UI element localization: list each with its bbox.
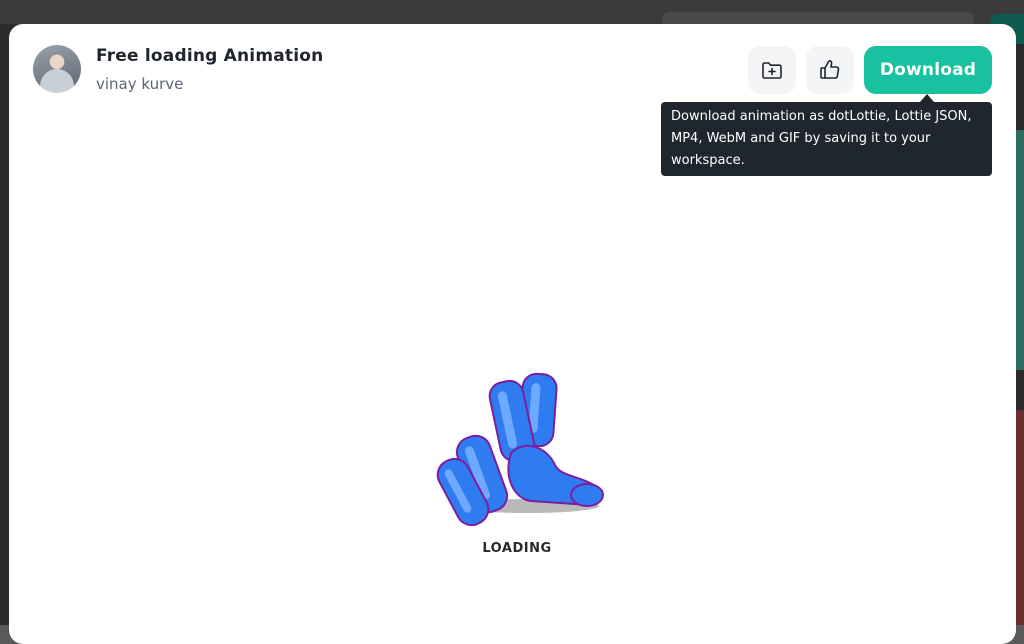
background-card — [1016, 410, 1024, 625]
folder-plus-icon — [762, 62, 782, 79]
download-button[interactable]: Download — [864, 46, 992, 94]
thumbs-up-icon — [820, 60, 840, 79]
loading-label: LOADING — [482, 541, 552, 556]
like-button[interactable] — [806, 46, 854, 94]
animation-title: Free loading Animation — [96, 46, 324, 66]
hand-loading-animation — [436, 372, 604, 527]
download-tooltip: Download animation as dotLottie, Lottie … — [661, 102, 992, 176]
tooltip-arrow — [920, 94, 934, 102]
background-card — [1016, 130, 1024, 370]
animation-preview-modal: Free loading Animation vinay kurve Downl… — [9, 24, 1016, 644]
author-name[interactable]: vinay kurve — [96, 75, 183, 93]
author-avatar[interactable] — [33, 45, 81, 93]
save-to-workspace-button[interactable] — [748, 46, 796, 94]
